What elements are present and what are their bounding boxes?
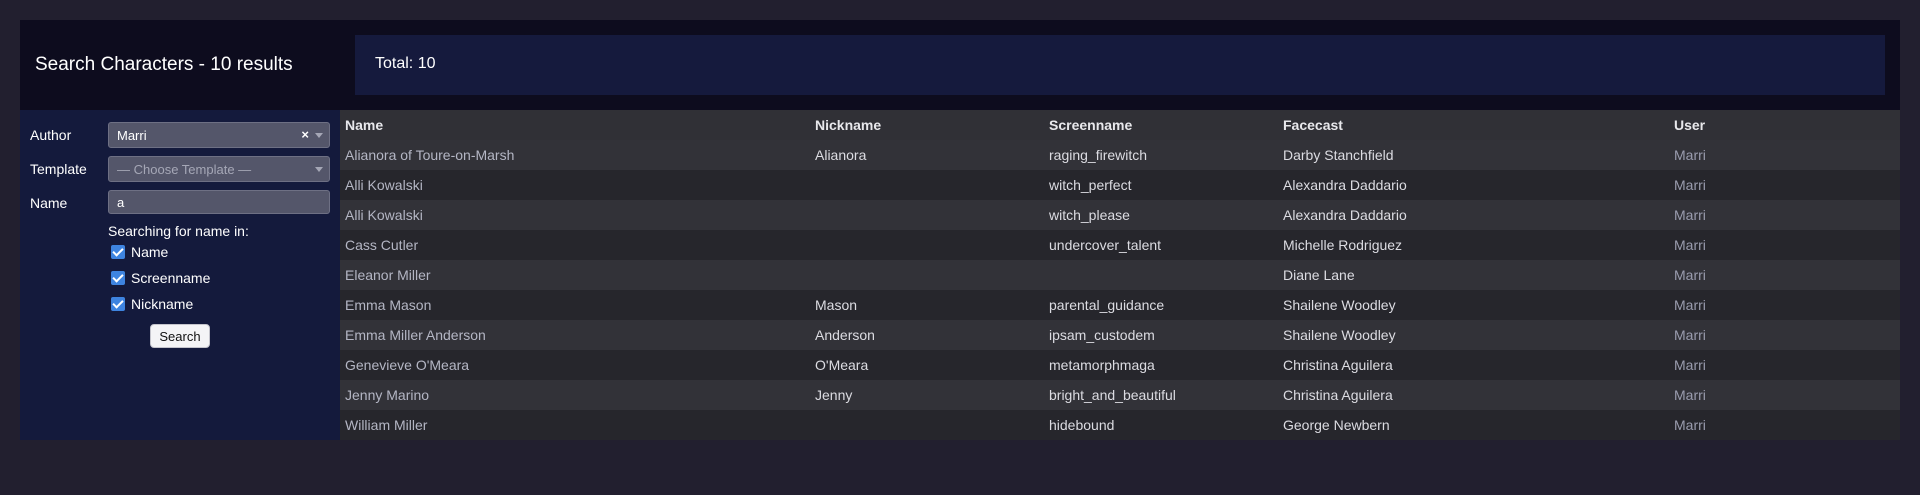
name-row: Name <box>30 190 335 216</box>
cell-user[interactable]: Marri <box>1669 380 1900 410</box>
chevron-down-icon <box>315 133 323 138</box>
cell-screenname: witch_please <box>1044 200 1278 230</box>
cell-screenname: ipsam_custodem <box>1044 320 1278 350</box>
cell-name[interactable]: Cass Cutler <box>340 230 810 260</box>
cell-name[interactable]: Emma Mason <box>340 290 810 320</box>
cell-user[interactable]: Marri <box>1669 170 1900 200</box>
total-box: Total: 10 <box>355 35 1885 95</box>
cell-user[interactable]: Marri <box>1669 290 1900 320</box>
cell-facecast: Christina Aguilera <box>1278 350 1669 380</box>
cell-user[interactable]: Marri <box>1669 200 1900 230</box>
option-nickname-label: Nickname <box>131 296 194 312</box>
cell-screenname <box>1044 260 1278 290</box>
cell-facecast: George Newbern <box>1278 410 1669 440</box>
cell-screenname: undercover_talent <box>1044 230 1278 260</box>
column-header-name[interactable]: Name <box>340 110 810 140</box>
author-label: Author <box>30 127 72 143</box>
cell-name[interactable]: Emma Miller Anderson <box>340 320 810 350</box>
table-row: William Miller hidebound George Newbern … <box>340 410 1900 440</box>
author-row: Author Marri × <box>30 122 335 148</box>
table-row: Emma Mason Mason parental_guidance Shail… <box>340 290 1900 320</box>
cell-name[interactable]: Eleanor Miller <box>340 260 810 290</box>
cell-screenname: witch_perfect <box>1044 170 1278 200</box>
template-row: Template — Choose Template — <box>30 156 335 182</box>
search-hint: Searching for name in: <box>108 223 249 239</box>
cell-user[interactable]: Marri <box>1669 350 1900 380</box>
checkbox-nickname[interactable] <box>111 297 125 311</box>
author-select[interactable]: Marri × <box>108 122 330 148</box>
author-value: Marri <box>117 128 147 143</box>
table-row: Emma Miller Anderson Anderson ipsam_cust… <box>340 320 1900 350</box>
results-table-container: Name Nickname Screenname Facecast User A… <box>340 110 1900 440</box>
table-header-row: Name Nickname Screenname Facecast User <box>340 110 1900 140</box>
table-row: Genevieve O'Meara O'Meara metamorphmaga … <box>340 350 1900 380</box>
column-header-user[interactable]: User <box>1669 110 1900 140</box>
page-title: Search Characters - 10 results <box>35 54 293 75</box>
chevron-down-icon <box>315 167 323 172</box>
cell-name[interactable]: Alianora of Toure-on-Marsh <box>340 140 810 170</box>
cell-name[interactable]: Genevieve O'Meara <box>340 350 810 380</box>
table-row: Alianora of Toure-on-Marsh Alianora ragi… <box>340 140 1900 170</box>
cell-screenname: raging_firewitch <box>1044 140 1278 170</box>
cell-user[interactable]: Marri <box>1669 260 1900 290</box>
column-header-screenname[interactable]: Screenname <box>1044 110 1278 140</box>
results-table: Name Nickname Screenname Facecast User A… <box>340 110 1900 440</box>
cell-name[interactable]: Alli Kowalski <box>340 170 810 200</box>
cell-screenname: bright_and_beautiful <box>1044 380 1278 410</box>
column-header-facecast[interactable]: Facecast <box>1278 110 1669 140</box>
cell-name[interactable]: Alli Kowalski <box>340 200 810 230</box>
cell-user[interactable]: Marri <box>1669 410 1900 440</box>
search-panel: Search Characters - 10 results Total: 10… <box>20 20 1900 440</box>
cell-facecast: Shailene Woodley <box>1278 320 1669 350</box>
cell-nickname: Alianora <box>810 140 1044 170</box>
cell-nickname <box>810 260 1044 290</box>
header-bar: Search Characters - 10 results Total: 10 <box>20 20 1900 110</box>
cell-facecast: Darby Stanchfield <box>1278 140 1669 170</box>
clear-icon[interactable]: × <box>301 127 309 143</box>
cell-screenname: hidebound <box>1044 410 1278 440</box>
cell-user[interactable]: Marri <box>1669 320 1900 350</box>
cell-user[interactable]: Marri <box>1669 230 1900 260</box>
search-sidebar: Author Marri × Template — Choose Templat… <box>20 110 340 440</box>
template-select[interactable]: — Choose Template — <box>108 156 330 182</box>
name-input[interactable] <box>108 190 330 214</box>
table-row: Eleanor Miller Diane Lane Marri <box>340 260 1900 290</box>
option-name-label: Name <box>131 244 169 260</box>
cell-nickname: Anderson <box>810 320 1044 350</box>
table-row: Jenny Marino Jenny bright_and_beautiful … <box>340 380 1900 410</box>
cell-nickname: Jenny <box>810 380 1044 410</box>
cell-nickname <box>810 410 1044 440</box>
cell-screenname: parental_guidance <box>1044 290 1278 320</box>
table-row: Alli Kowalski witch_perfect Alexandra Da… <box>340 170 1900 200</box>
search-button[interactable]: Search <box>150 324 210 348</box>
table-row: Alli Kowalski witch_please Alexandra Dad… <box>340 200 1900 230</box>
column-header-nickname[interactable]: Nickname <box>810 110 1044 140</box>
template-placeholder: — Choose Template — <box>117 162 252 177</box>
cell-nickname <box>810 200 1044 230</box>
cell-nickname: O'Meara <box>810 350 1044 380</box>
cell-facecast: Alexandra Daddario <box>1278 170 1669 200</box>
cell-nickname: Mason <box>810 290 1044 320</box>
cell-facecast: Diane Lane <box>1278 260 1669 290</box>
cell-name[interactable]: William Miller <box>340 410 810 440</box>
cell-facecast: Shailene Woodley <box>1278 290 1669 320</box>
cell-screenname: metamorphmaga <box>1044 350 1278 380</box>
table-row: Cass Cutler undercover_talent Michelle R… <box>340 230 1900 260</box>
cell-facecast: Michelle Rodriguez <box>1278 230 1669 260</box>
checkbox-screenname[interactable] <box>111 271 125 285</box>
cell-user[interactable]: Marri <box>1669 140 1900 170</box>
cell-facecast: Christina Aguilera <box>1278 380 1669 410</box>
cell-facecast: Alexandra Daddario <box>1278 200 1669 230</box>
total-count: Total: 10 <box>375 55 436 72</box>
option-screenname-label: Screenname <box>131 270 211 286</box>
cell-nickname <box>810 230 1044 260</box>
template-label: Template <box>30 161 87 177</box>
checkbox-name[interactable] <box>111 245 125 259</box>
cell-name[interactable]: Jenny Marino <box>340 380 810 410</box>
name-label: Name <box>30 195 68 211</box>
cell-nickname <box>810 170 1044 200</box>
